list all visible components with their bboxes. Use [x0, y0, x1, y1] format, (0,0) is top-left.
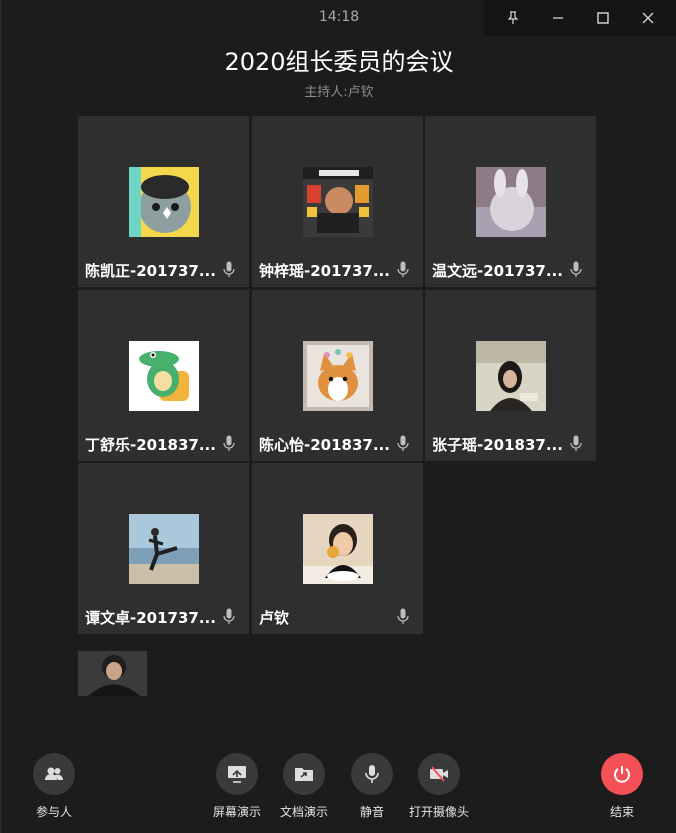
camera-label: 打开摄像头 [408, 805, 469, 819]
participant-name: 谭文卓-201737... [85, 609, 216, 627]
participants-label: 参与人 [35, 805, 72, 819]
microphone-icon [570, 435, 582, 451]
girl-photo-avatar [476, 341, 546, 411]
child-eating-avatar [303, 514, 373, 584]
camera-button[interactable]: 打开摄像头 [399, 753, 479, 820]
bunny-hat-avatar [476, 167, 546, 237]
microphone-icon [397, 435, 409, 451]
camera-off-icon [418, 753, 460, 795]
participant-tile[interactable]: 陈凯正-201737... [78, 116, 249, 287]
corgi-avatar [303, 341, 373, 411]
participant-name: 陈凯正-201737... [85, 262, 216, 280]
microphone-icon [223, 435, 235, 451]
participants-button[interactable]: 参与人 [14, 753, 94, 820]
participant-name: 钟梓瑶-201737... [259, 262, 390, 280]
clock: 14:18 [318, 9, 360, 25]
folder-share-icon [283, 753, 325, 795]
participant-tile[interactable]: 丁舒乐-201837... [78, 290, 249, 461]
participant-tile[interactable]: 钟梓瑶-201737... [252, 116, 423, 287]
power-icon [601, 753, 643, 795]
end-meeting-button[interactable]: 结束 [582, 753, 662, 820]
microphone-icon [397, 608, 409, 624]
participants-icon [33, 753, 75, 795]
participant-tile[interactable]: 谭文卓-201737... [78, 463, 249, 634]
end-meeting-label: 结束 [609, 805, 634, 819]
participant-tile[interactable]: 卢钦 [252, 463, 423, 634]
meeting-window: 14:18 2020组长委员的会议 主持人:卢钦 陈凯正-201737... 钟… [0, 0, 676, 833]
microphone-icon [223, 261, 235, 277]
participant-tile[interactable]: 温文远-201737... [425, 116, 596, 287]
meeting-title: 2020组长委员的会议 [224, 48, 454, 76]
green-crocodile-avatar [129, 341, 199, 411]
microphone-icon [223, 608, 235, 624]
host-label: 主持人:卢钦 [304, 85, 374, 100]
beach-kick-avatar [129, 514, 199, 584]
self-video-preview[interactable] [78, 651, 147, 696]
burger-king-avatar [303, 167, 373, 237]
participant-name: 丁舒乐-201837... [85, 436, 216, 454]
participant-tile[interactable]: 张子瑶-201837... [425, 290, 596, 461]
screen-share-icon [216, 753, 258, 795]
participant-name: 陈心怡-201837... [259, 436, 390, 454]
participant-tile[interactable]: 陈心怡-201837... [252, 290, 423, 461]
microphone-icon [397, 261, 409, 277]
participant-name: 卢钦 [259, 609, 290, 627]
microphone-icon [351, 753, 393, 795]
participant-name: 张子瑶-201837... [432, 436, 563, 454]
microphone-icon [570, 261, 582, 277]
participant-name: 温文远-201737... [432, 262, 563, 280]
cartoon-face-avatar [129, 167, 199, 237]
